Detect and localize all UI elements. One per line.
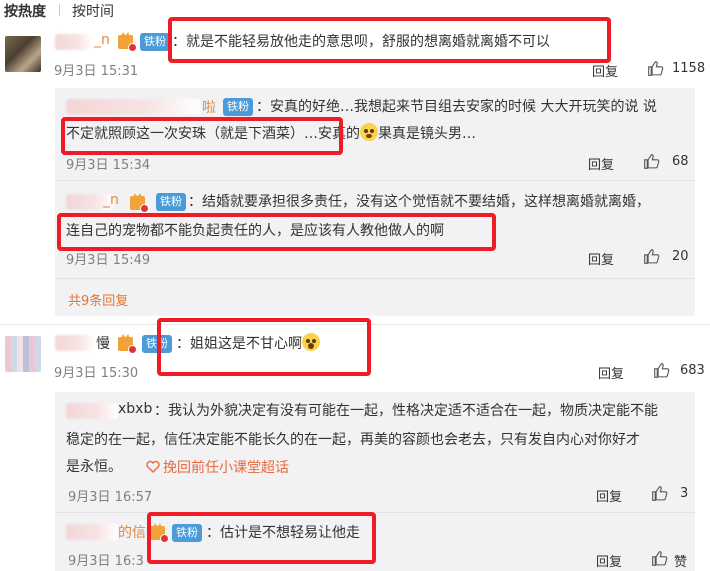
avatar[interactable] [5, 36, 41, 72]
username-blurred[interactable] [66, 99, 200, 115]
like-count: 68 [672, 154, 689, 169]
awkward-emoji-icon [360, 123, 378, 141]
username[interactable]: 啦 [202, 97, 216, 117]
comment-text: ：估计是不想轻易让他走 [206, 525, 360, 541]
like-count: 3 [680, 486, 689, 501]
reply-button[interactable]: 回复 [598, 363, 624, 382]
timestamp: 9月3日 16:57 [68, 490, 153, 505]
fan-badge: 铁粉 [172, 524, 202, 542]
fan-badge: 铁粉 [140, 33, 170, 51]
supertopic-icon [146, 460, 160, 473]
divider [55, 180, 695, 181]
sort-by-time-tab[interactable]: 按时间 [72, 1, 114, 21]
like-count: 1158 [672, 61, 706, 76]
sort-by-hot-tab[interactable]: 按热度 [4, 1, 46, 21]
username-blurred[interactable] [66, 403, 118, 419]
timestamp: 9月3日 16:3 [68, 554, 144, 569]
view-more-replies-link[interactable]: 共9条回复 [68, 290, 128, 309]
like-icon[interactable] [647, 60, 664, 77]
like-icon[interactable] [651, 550, 668, 567]
fan-badge: 铁粉 [223, 98, 253, 116]
subreply-text: 连自己的宠物都不能负起责任的人，是应该有人教他做人的啊 [66, 223, 444, 239]
divider [55, 512, 695, 513]
username-blurred[interactable] [55, 34, 93, 50]
vip-dot-icon [128, 43, 137, 52]
timestamp: 9月3日 15:34 [66, 158, 151, 173]
timestamp: 9月3日 15:31 [54, 64, 139, 79]
avatar[interactable] [5, 336, 41, 372]
username-blurred[interactable] [55, 335, 95, 351]
comment-text: 是永恒。 [66, 459, 122, 475]
reply-button[interactable]: 回复 [588, 154, 614, 173]
timestamp: 9月3日 15:30 [54, 366, 139, 381]
like-count: 20 [672, 249, 689, 264]
like-icon[interactable] [653, 362, 670, 379]
comment-text: ：就是不能轻易放他走的意思呗，舒服的想离婚就离婚不可以 [172, 34, 550, 50]
supertopic-link[interactable]: 挽回前任小课堂超话 [163, 457, 289, 477]
sort-divider [59, 4, 60, 16]
sort-bar: 按热度 按时间 [0, 0, 710, 22]
divider [0, 324, 710, 325]
reply-button[interactable]: 回复 [596, 486, 622, 505]
comment-text: ：姐姐这是不甘心啊 [176, 332, 320, 356]
timestamp: 9月3日 15:49 [66, 253, 151, 268]
vip-dot-icon [140, 204, 149, 213]
username[interactable]: xbxb [118, 401, 152, 417]
username[interactable]: _n [94, 32, 110, 48]
reply-button[interactable]: 回复 [588, 249, 614, 268]
like-icon[interactable] [651, 485, 668, 502]
username[interactable]: _n [103, 192, 119, 208]
like-button-label[interactable]: 赞 [674, 551, 687, 570]
surprised-emoji-icon [302, 333, 320, 351]
username-blurred[interactable] [66, 524, 118, 540]
vip-dot-icon [160, 534, 169, 543]
comment-text: ：我认为外貌决定有没有可能在一起，性格决定适不适合在一起，物质决定能不能 [154, 403, 658, 419]
comment-text: 稳定的在一起，信任决定能不能长久的在一起，再美的容颜也会老去，只有发自内心对你好… [66, 432, 640, 448]
like-count: 683 [680, 363, 705, 378]
like-icon[interactable] [643, 153, 660, 170]
divider [55, 278, 695, 279]
subreply-text: ：结婚就要承担很多责任，没有这个觉悟就不要结婚，这样想离婚就离婚， [188, 194, 650, 210]
fan-badge: 铁粉 [142, 335, 172, 353]
vip-dot-icon [128, 345, 137, 354]
fan-badge: 铁粉 [156, 193, 186, 211]
reply-button[interactable]: 回复 [592, 61, 618, 80]
reply-button[interactable]: 回复 [596, 551, 622, 570]
subreply-text: 不定就照顾这一次安珠（就是下酒菜）…安真的 果真是镜头男… [66, 122, 476, 146]
username[interactable]: 的信 [118, 522, 146, 542]
like-icon[interactable] [643, 248, 660, 265]
username[interactable]: 慢 [96, 333, 110, 353]
subreply-text: ：安真的好绝…我想起来节目组去安家的时候 大大开玩笑的说 说 [256, 99, 657, 115]
